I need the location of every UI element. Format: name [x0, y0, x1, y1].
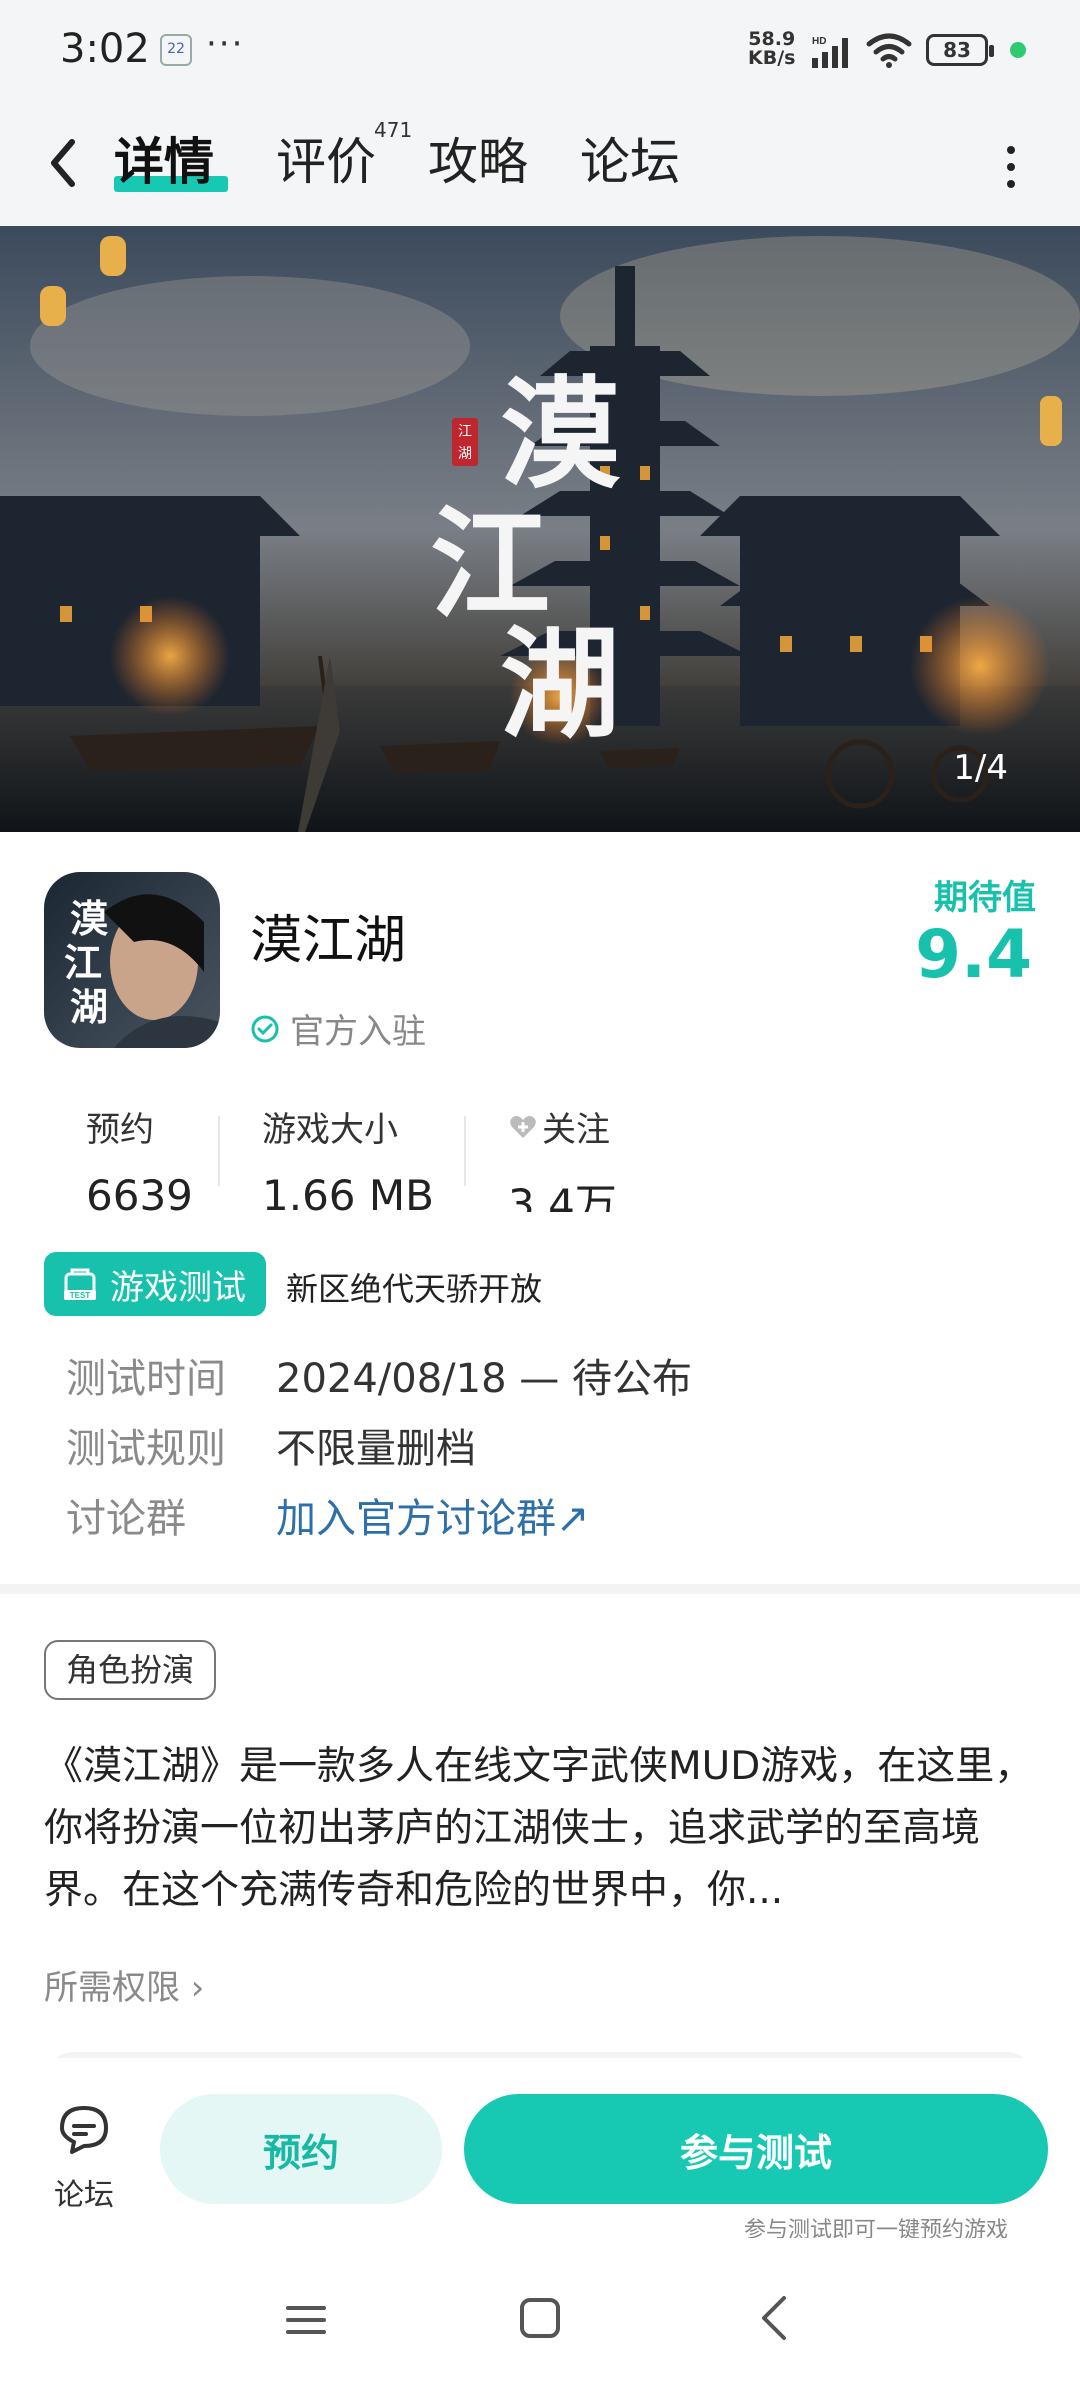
stats-row: 预约 6639 游戏大小 1.66 MB 关注 3.4万 [44, 1102, 684, 1212]
section-divider [0, 1584, 1080, 1594]
home-icon[interactable] [516, 2294, 564, 2342]
test-time-label: 测试时间 [66, 1356, 226, 1402]
verified-label: 官方入驻 [290, 1012, 426, 1052]
game-test-label: 游戏测试 [110, 1267, 246, 1308]
stat-followers[interactable]: 关注 3.4万 [508, 1102, 617, 1212]
recent-apps-icon[interactable] [282, 2300, 330, 2340]
tab-guides[interactable]: 攻略 [428, 122, 528, 194]
test-time-value: 2024/08/18 — 待公布 [276, 1356, 692, 1402]
system-back-icon[interactable] [756, 2292, 792, 2344]
svg-text:湖: 湖 [70, 984, 108, 1029]
test-icon-text: TEST [70, 1291, 91, 1300]
test-rule-value: 不限量删档 [276, 1426, 476, 1472]
back-button[interactable] [40, 128, 90, 198]
stat-reservations-label: 预约 [86, 1110, 154, 1150]
privacy-dot-icon [1010, 42, 1026, 58]
stat-size: 游戏大小 1.66 MB [262, 1102, 434, 1212]
stat-reservations-value: 6639 [86, 1171, 193, 1212]
game-description[interactable]: 《漠江湖》是一款多人在线文字武侠MUD游戏，在这里，你将扮演一位初出茅庐的江湖侠… [44, 1736, 1044, 1922]
forum-icon[interactable] [56, 2102, 112, 2158]
bottom-action-bar: 论坛 预约 参与测试 参与测试即可一键预约游戏 [0, 2058, 1080, 2243]
stat-reservations: 预约 6639 [86, 1102, 193, 1212]
tab-reviews[interactable]: 评价 [276, 122, 376, 194]
expectation-label: 期待值 [934, 878, 1036, 918]
test-description: 新区绝代天骄开放 [286, 1270, 543, 1308]
heart-plus-icon [510, 1115, 536, 1138]
reserve-button[interactable]: 预约 [160, 2094, 442, 2204]
expectation-score: 9.4 [915, 916, 1032, 993]
test-icon: TEST [64, 1268, 96, 1300]
app-name: 漠江湖 [250, 911, 407, 971]
reviews-count-badge: 471 [374, 118, 413, 142]
battery-icon: 83 [926, 34, 994, 66]
tab-forum[interactable]: 论坛 [580, 122, 680, 194]
more-notifications-icon: ··· [206, 24, 245, 64]
signal-icon: HD [812, 36, 848, 68]
banner-title-char-1: 漠 [500, 364, 621, 505]
forum-label[interactable]: 论坛 [54, 2170, 114, 2214]
genre-tag[interactable]: 角色扮演 [44, 1640, 217, 1700]
stat-followers-value: 3.4万 [508, 1180, 617, 1212]
network-speed: 58.9 KB/s [748, 30, 795, 68]
status-time: 3:02 [60, 26, 150, 72]
verified-badge: 官方入驻 [250, 1004, 426, 1053]
discussion-group-label: 讨论群 [66, 1496, 186, 1542]
system-navigation-bar [0, 2238, 1080, 2400]
svg-text:江: 江 [64, 940, 102, 985]
wifi-icon [866, 33, 912, 68]
stat-size-label: 游戏大小 [262, 1110, 398, 1150]
calendar-icon: 22 [160, 34, 192, 66]
network-speed-unit: KB/s [748, 47, 796, 69]
join-group-link[interactable]: 加入官方讨论群↗ [276, 1486, 590, 1544]
app-icon: 漠 江 湖 [44, 872, 220, 1048]
banner-image: 漠 江 湖 江 湖 [0, 226, 1080, 832]
banner-title-char-3: 湖 [500, 614, 620, 755]
test-rule-label: 测试规则 [66, 1426, 226, 1472]
verified-check-icon [251, 1015, 279, 1042]
join-test-button[interactable]: 参与测试 [464, 2094, 1048, 2204]
network-type-label: HD [812, 36, 826, 47]
carousel-counter: 1/4 [953, 748, 1008, 788]
svg-text:江: 江 [458, 424, 472, 440]
svg-text:漠: 漠 [70, 896, 109, 941]
svg-text:湖: 湖 [458, 446, 472, 462]
tab-details[interactable]: 详情 [114, 122, 214, 194]
game-test-badge: TEST 游戏测试 [44, 1252, 266, 1316]
stat-size-value: 1.66 MB [262, 1171, 434, 1212]
stat-followers-label: 关注 [542, 1110, 610, 1150]
top-nav: 详情 评价 471 攻略 论坛 [0, 100, 1080, 226]
permissions-link[interactable]: 所需权限 › [44, 1960, 204, 2009]
status-bar: 3:02 22 ··· 58.9 KB/s HD 83 [0, 0, 1080, 100]
stat-divider [464, 1116, 466, 1186]
more-options-button[interactable] [996, 142, 1026, 192]
stat-divider [218, 1116, 220, 1186]
screenshot-carousel[interactable]: 漠 江 湖 江 湖 1/4 [0, 226, 1080, 832]
